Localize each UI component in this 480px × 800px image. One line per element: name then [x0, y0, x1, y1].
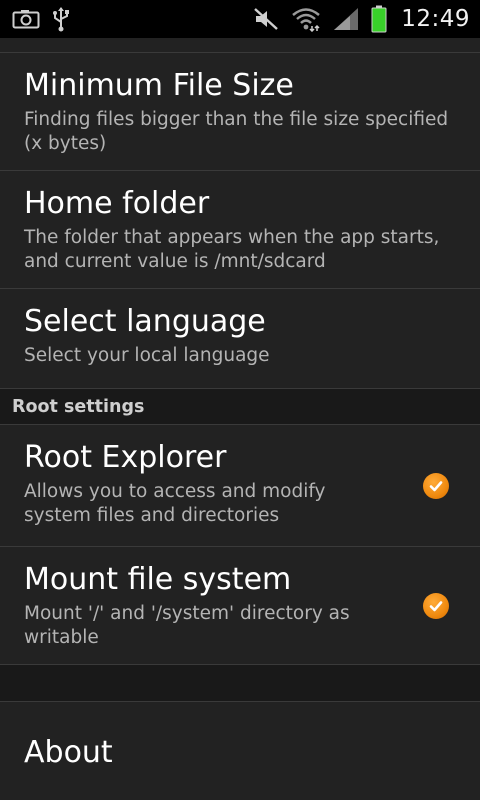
pref-title: Root Explorer [24, 440, 227, 475]
wifi-icon [291, 6, 321, 32]
pref-mount-file-system[interactable]: Mount file system Mount '/' and '/system… [0, 547, 480, 665]
pref-minimum-file-size[interactable]: Minimum File Size Finding files bigger t… [0, 53, 480, 171]
pref-title: Select language [24, 304, 266, 339]
category-header-root-settings: Root settings [0, 389, 480, 425]
pref-summary: Mount '/' and '/system' directory as wri… [24, 603, 350, 648]
pref-summary: Select your local language [24, 345, 270, 366]
pref-summary: The folder that appears when the app sta… [24, 227, 440, 272]
usb-icon [52, 6, 70, 32]
status-bar: 12:49 [0, 0, 480, 38]
category-label: Root settings [12, 396, 145, 417]
screenshot-icon [12, 9, 40, 29]
mute-icon [253, 7, 279, 31]
checkbox-checked-icon[interactable] [423, 592, 449, 619]
pref-title: Home folder [24, 186, 210, 221]
pref-title: Minimum File Size [24, 68, 294, 103]
settings-screen: 12:49 Minimum File Size Finding files bi… [0, 0, 480, 800]
pref-title: Mount file system [24, 562, 292, 597]
pref-summary: Allows you to access and modify system f… [24, 481, 326, 526]
settings-list[interactable]: Minimum File Size Finding files bigger t… [0, 38, 480, 800]
pref-title: About [24, 735, 113, 770]
status-clock: 12:49 [401, 6, 470, 32]
category-header-empty [0, 665, 480, 702]
pref-root-explorer[interactable]: Root Explorer Allows you to access and m… [0, 425, 480, 547]
checkbox-checked-icon[interactable] [423, 472, 449, 499]
signal-icon [333, 7, 359, 31]
status-left-icons [12, 6, 70, 32]
pref-home-folder[interactable]: Home folder The folder that appears when… [0, 171, 480, 289]
status-right-icons: 12:49 [253, 5, 470, 33]
battery-icon [371, 5, 387, 33]
pref-summary: Finding files bigger than the file size … [24, 109, 449, 154]
pref-about[interactable]: About [0, 702, 480, 800]
pref-select-language[interactable]: Select language Select your local langua… [0, 289, 480, 389]
list-item-partial[interactable] [0, 38, 480, 53]
